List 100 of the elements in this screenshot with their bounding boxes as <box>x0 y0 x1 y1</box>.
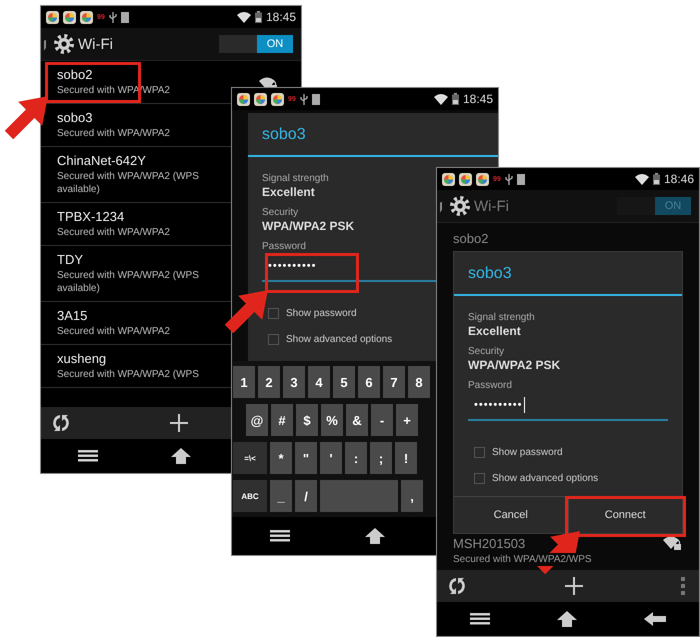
checkbox[interactable] <box>268 334 279 345</box>
field-value: Excellent <box>468 324 521 338</box>
network-name[interactable]: TDY <box>57 252 217 267</box>
keyboard-key[interactable]: - <box>371 404 393 436</box>
home-icon[interactable] <box>556 611 577 627</box>
usb-icon <box>108 12 117 22</box>
refresh-icon[interactable] <box>447 576 467 596</box>
clock-text: 18:45 <box>266 10 296 24</box>
app-icon <box>442 172 455 186</box>
menu-icon[interactable] <box>78 450 98 462</box>
field-value: WPA/WPA2 PSK <box>468 358 560 372</box>
dialog-title: sobo3 <box>248 113 498 157</box>
screen-title: Wi-Fi <box>474 198 509 214</box>
password-field[interactable]: •••••••••• <box>468 391 668 421</box>
clock-text: 18:46 <box>664 172 694 186</box>
keyboard-key[interactable]: + <box>396 404 418 436</box>
refresh-icon[interactable] <box>51 413 71 433</box>
screen-title: Wi-Fi <box>78 36 113 52</box>
network-security: Secured with WPA/WPA2/WPS <box>453 553 592 566</box>
checkbox-label[interactable]: Show password <box>286 308 357 319</box>
home-icon[interactable] <box>170 448 191 464</box>
field-value: WPA/WPA2 PSK <box>262 219 354 233</box>
keyboard-key[interactable]: ! <box>395 442 417 474</box>
keyboard-key[interactable]: # <box>271 404 293 436</box>
sd-card-icon <box>312 94 320 104</box>
dialog-button[interactable]: Connect <box>568 497 682 533</box>
keyboard-key[interactable]: ; <box>370 442 392 474</box>
keyboard-key[interactable]: , <box>401 480 423 512</box>
keyboard-key[interactable]: / <box>295 480 317 512</box>
app-icon <box>63 10 76 24</box>
network-name[interactable]: 3A15 <box>57 308 170 323</box>
checkbox-label[interactable]: Show advanced options <box>286 334 392 345</box>
network-security: Secured with WPA/WPA2 (WPS available) <box>57 269 200 295</box>
keyboard-key[interactable]: 7 <box>383 366 405 398</box>
settings-icon <box>449 195 471 217</box>
keyboard-key[interactable]: 4 <box>308 366 330 398</box>
network-name[interactable]: sobo2 <box>57 67 170 82</box>
network-name[interactable]: xusheng <box>57 351 199 366</box>
usb-icon <box>504 174 513 184</box>
keyboard-key[interactable]: _ <box>270 480 292 512</box>
network-security: Secured with WPA/WPA2 (WPS available) <box>57 170 200 196</box>
keyboard-key[interactable]: : <box>345 442 367 474</box>
keyboard-key[interactable]: ABC <box>233 480 267 512</box>
home-icon[interactable] <box>364 528 385 544</box>
pointer-arrow <box>224 290 268 334</box>
network-security: Secured with WPA/WPA2 <box>57 226 170 239</box>
checkbox-label[interactable]: Show password <box>492 447 563 458</box>
checkbox[interactable] <box>474 447 485 458</box>
network-security: Secured with WPA/WPA2 (WPS <box>57 368 199 381</box>
network-name[interactable]: ChinaNet-642Y <box>57 153 217 168</box>
network-security: Secured with WPA/WPA2 <box>57 127 170 140</box>
checkbox[interactable] <box>474 473 485 484</box>
field-label: Security <box>262 207 298 218</box>
checkbox[interactable] <box>268 308 279 319</box>
keyboard-key[interactable]: 8 <box>408 366 430 398</box>
field-label: Signal strength <box>262 173 329 184</box>
field-label: Password <box>468 380 512 391</box>
keyboard-key[interactable]: ' <box>320 442 342 474</box>
wifi-icon <box>634 174 649 184</box>
network-name[interactable]: MSH201503 <box>453 536 592 551</box>
network-name[interactable]: sobo2 <box>453 231 488 246</box>
add-icon[interactable] <box>564 576 584 596</box>
network-name[interactable]: TPBX-1234 <box>57 209 170 224</box>
keyboard-key[interactable]: & <box>346 404 368 436</box>
app-icon <box>80 10 93 24</box>
battery-icon <box>652 173 660 185</box>
dialog-button[interactable]: Cancel <box>454 497 568 533</box>
keyboard-key[interactable]: 3 <box>283 366 305 398</box>
field-label: Password <box>262 241 306 252</box>
keyboard-key[interactable]: % <box>321 404 343 436</box>
clock-text: 18:45 <box>462 92 493 106</box>
network-name[interactable]: sobo3 <box>57 110 170 125</box>
checkbox-label[interactable]: Show advanced options <box>492 473 598 484</box>
keyboard-key[interactable]: @ <box>246 404 268 436</box>
keyboard-key[interactable]: 1 <box>233 366 255 398</box>
keyboard-key[interactable]: 5 <box>333 366 355 398</box>
field-label: Signal strength <box>468 312 535 323</box>
wifi-icon <box>236 12 251 22</box>
app-icon <box>237 92 250 106</box>
keyboard-key[interactable]: " <box>295 442 317 474</box>
app-icon <box>271 92 284 106</box>
app-icon <box>476 172 489 186</box>
keyboard-key[interactable]: =\< <box>233 442 267 474</box>
battery-icon <box>452 93 459 105</box>
keyboard-key[interactable]: * <box>270 442 292 474</box>
keyboard-key[interactable]: 6 <box>358 366 380 398</box>
add-icon[interactable] <box>169 413 189 433</box>
keyboard-key[interactable]: 2 <box>258 366 280 398</box>
network-security: Secured with WPA/WPA2 <box>57 325 170 338</box>
app-icon <box>46 10 59 24</box>
more-icon[interactable] <box>681 577 685 595</box>
settings-icon <box>53 33 75 55</box>
menu-icon[interactable] <box>270 530 290 542</box>
field-value: Excellent <box>262 185 315 199</box>
wifi-toggle[interactable]: ON <box>219 35 293 53</box>
menu-icon[interactable] <box>470 613 490 625</box>
dialog-title: sobo3 <box>454 252 682 296</box>
keyboard-key[interactable]: $ <box>296 404 318 436</box>
app-icon <box>254 92 267 106</box>
back-icon[interactable] <box>644 612 666 626</box>
